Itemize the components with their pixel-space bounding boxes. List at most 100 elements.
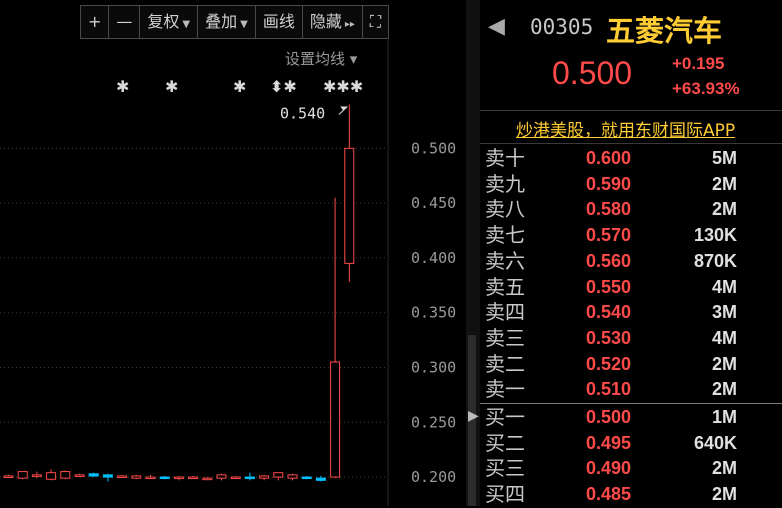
level-price: 0.510 bbox=[586, 379, 632, 400]
level-volume: 640K bbox=[693, 432, 737, 453]
hide-button[interactable]: 隐藏 ▸▸ bbox=[303, 6, 363, 38]
candle-body bbox=[173, 476, 184, 480]
price-change-percent: +63.93% bbox=[672, 79, 740, 98]
level-label: 买二 bbox=[485, 430, 525, 455]
fullscreen-icon: ⛶ bbox=[369, 12, 382, 31]
last-price: 0.500 bbox=[552, 55, 633, 91]
arrow-head-icon bbox=[340, 106, 348, 111]
candle-body bbox=[74, 474, 85, 477]
y-tick-label: 0.250 bbox=[411, 413, 456, 431]
kline-chart[interactable]: 0.500 0.450 0.400 0.350 0.300 0.250 0.200 0.540… bbox=[0, 0, 466, 506]
ad-link[interactable]: 炒港美股，就用东财国际APP bbox=[516, 116, 735, 141]
candle-body bbox=[88, 473, 99, 477]
bid-row[interactable]: 买四 0.485 2M bbox=[480, 482, 782, 508]
y-tick-label: 0.350 bbox=[411, 304, 456, 322]
ask-row[interactable]: 卖三 0.530 4M bbox=[480, 326, 782, 352]
bid-row[interactable]: 买一 0.500 1M bbox=[480, 405, 782, 431]
level-label: 卖四 bbox=[485, 300, 525, 325]
y-tick-label: 0.300 bbox=[411, 358, 456, 376]
level-volume: 2M bbox=[711, 199, 737, 220]
candle-body bbox=[102, 474, 113, 478]
zoom-in-button[interactable]: + bbox=[81, 6, 110, 38]
ask-row[interactable]: 卖八 0.580 2M bbox=[480, 197, 782, 223]
level-label: 买三 bbox=[485, 456, 525, 481]
candle-body bbox=[202, 477, 213, 481]
candle-body bbox=[31, 474, 42, 477]
level-price: 0.485 bbox=[586, 484, 632, 505]
candle-body bbox=[301, 476, 312, 480]
zoom-in-label: + bbox=[88, 12, 102, 31]
bid-ask-divider bbox=[480, 403, 782, 404]
level-price: 0.490 bbox=[586, 458, 632, 479]
divider bbox=[480, 143, 782, 144]
level-price: 0.530 bbox=[586, 327, 632, 348]
ma-settings-dropdown[interactable]: 设置均线 ▾ bbox=[285, 48, 357, 69]
level-price: 0.540 bbox=[586, 302, 632, 323]
ask-row[interactable]: 卖四 0.540 3M bbox=[480, 300, 782, 326]
level-volume: 2M bbox=[711, 353, 737, 374]
candle-body bbox=[259, 475, 270, 479]
level-price: 0.500 bbox=[586, 407, 632, 427]
level-label: 卖八 bbox=[485, 197, 525, 222]
level-label: 卖五 bbox=[485, 274, 525, 299]
double-arrow-right-icon: ▸▸ bbox=[344, 19, 355, 30]
level-label: 卖六 bbox=[485, 248, 525, 273]
hide-label: 隐藏 bbox=[309, 12, 342, 31]
ask-row[interactable]: 卖十 0.600 5M bbox=[480, 146, 782, 172]
candle-body bbox=[344, 147, 355, 264]
zoom-out-button[interactable]: — bbox=[109, 6, 141, 38]
level-volume: 2M bbox=[711, 173, 737, 194]
ask-row[interactable]: 卖七 0.570 130K bbox=[480, 223, 782, 249]
level-price: 0.600 bbox=[586, 148, 632, 168]
high-price-label: 0.540 bbox=[280, 104, 325, 122]
overlay-dropdown[interactable]: 叠加 ▼ bbox=[198, 6, 256, 38]
event-marker-icon: ✱ bbox=[233, 77, 246, 96]
level-price: 0.495 bbox=[586, 432, 632, 453]
level-label: 买四 bbox=[485, 482, 525, 507]
candle-body bbox=[17, 471, 28, 479]
level-price: 0.550 bbox=[586, 276, 632, 297]
y-tick-label: 0.450 bbox=[411, 194, 456, 212]
level-volume: 130K bbox=[693, 225, 737, 246]
chevron-down-icon: ▼ bbox=[240, 19, 248, 30]
draw-line-label: 画线 bbox=[262, 12, 295, 31]
bid-row[interactable]: 买三 0.490 2M bbox=[480, 456, 782, 482]
bid-row[interactable]: 买二 0.495 640K bbox=[480, 431, 782, 457]
candle-body bbox=[60, 471, 71, 479]
event-marker-icon: ⬍✱ bbox=[270, 77, 297, 96]
candle-body bbox=[159, 476, 170, 480]
ask-row[interactable]: 卖一 0.510 2M bbox=[480, 377, 782, 403]
level-label: 买一 bbox=[485, 405, 525, 429]
stock-name: 五菱汽车 bbox=[606, 14, 723, 48]
candle-body bbox=[315, 477, 326, 481]
level-label: 卖三 bbox=[485, 325, 525, 350]
level-price: 0.570 bbox=[586, 225, 632, 246]
level-volume: 3M bbox=[711, 302, 737, 323]
kline-svg[interactable]: 0.500 0.450 0.400 0.350 0.300 0.250 0.200 0.540… bbox=[0, 0, 466, 506]
event-marker-icon: ✱ bbox=[165, 77, 178, 96]
fullscreen-button[interactable]: ⛶ bbox=[363, 6, 388, 38]
level-label: 卖二 bbox=[485, 351, 525, 376]
zoom-out-label: — bbox=[116, 12, 133, 31]
back-arrow-icon[interactable]: ◀ bbox=[488, 14, 505, 39]
y-tick-label: 0.400 bbox=[411, 249, 456, 267]
price-change: +0.195 bbox=[672, 54, 725, 73]
collapse-arrow-icon[interactable]: ▶ bbox=[468, 408, 479, 424]
event-marker-icon: ✱✱✱ bbox=[323, 77, 363, 96]
overlay-label: 叠加 bbox=[205, 12, 238, 31]
event-marker-icon: ✱ bbox=[116, 77, 129, 96]
candle-body bbox=[230, 476, 241, 480]
adjust-price-dropdown[interactable]: 复权 ▼ bbox=[140, 6, 199, 38]
ask-row[interactable]: 卖二 0.520 2M bbox=[480, 352, 782, 378]
ask-row[interactable]: 卖九 0.590 2M bbox=[480, 172, 782, 198]
level-volume: 4M bbox=[711, 276, 737, 297]
candle-body bbox=[244, 476, 255, 480]
chevron-down-icon: ▼ bbox=[182, 19, 191, 30]
candle-body bbox=[273, 472, 284, 478]
ask-row[interactable]: 卖六 0.560 870K bbox=[480, 249, 782, 275]
draw-line-button[interactable]: 画线 bbox=[256, 6, 303, 38]
ask-row[interactable]: 卖五 0.550 4M bbox=[480, 275, 782, 301]
level-volume: 2M bbox=[711, 379, 737, 400]
adjust-price-label: 复权 bbox=[147, 12, 180, 31]
candle-body bbox=[145, 476, 156, 480]
